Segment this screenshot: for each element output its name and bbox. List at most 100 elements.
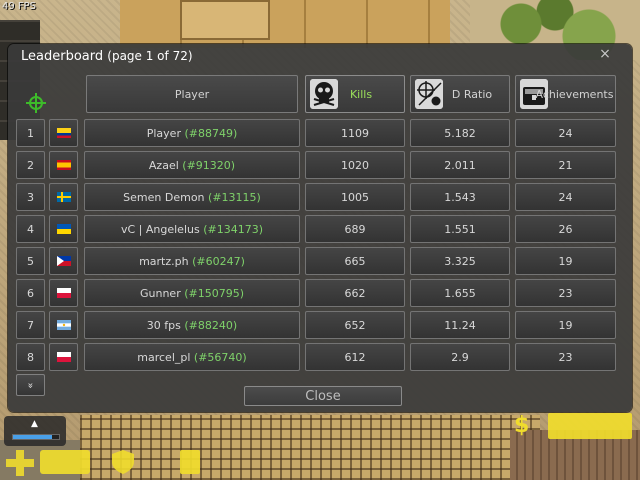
hud-panel: ▲: [4, 416, 66, 446]
player-name: Player: [146, 126, 181, 140]
achievements-cell: 23: [515, 343, 616, 371]
rank-cell: 7: [16, 311, 45, 339]
rank-cell: 8: [16, 343, 45, 371]
player-name: marcel_pl: [137, 350, 191, 364]
kills-cell: 662: [305, 279, 405, 307]
stamina-bar: [12, 434, 60, 440]
player-name-cell[interactable]: Azael (#91320): [84, 151, 300, 179]
column-header-kd-ratio[interactable]: D Ratio: [410, 75, 510, 113]
kills-cell: 1020: [305, 151, 405, 179]
skull-icon: [310, 79, 338, 109]
player-id: (#60247): [192, 254, 245, 268]
achievements-cell: 23: [515, 279, 616, 307]
player-id: (#134173): [203, 222, 263, 236]
player-name-cell[interactable]: 30 fps (#88240): [84, 311, 300, 339]
kills-cell: 1109: [305, 119, 405, 147]
caret-up-icon: ▲: [31, 419, 38, 429]
rank-cell: 1: [16, 119, 45, 147]
armor-shield-icon: [112, 450, 134, 474]
flag-cell: [49, 247, 78, 275]
kd-ratio-cell: 2.9: [410, 343, 510, 371]
ammo-clip-icon: [180, 450, 200, 474]
kd-ratio-cell: 3.325: [410, 247, 510, 275]
rank-cell: 4: [16, 215, 45, 243]
flag-cell: [49, 311, 78, 339]
leaderboard-dialog: Leaderboard (page 1 of 72) × Player Kill…: [8, 44, 632, 412]
player-name-cell[interactable]: martz.ph (#60247): [84, 247, 300, 275]
player-id: (#88240): [184, 318, 238, 332]
sweden-flag-icon: [56, 192, 71, 202]
fps-counter: 49 FPS: [2, 1, 37, 12]
kd-ratio-cell: 1.551: [410, 215, 510, 243]
flag-cell: [49, 279, 78, 307]
achievements-cell: 19: [515, 311, 616, 339]
dollar-icon: $: [514, 413, 530, 438]
dialog-title-text: Leaderboard: [21, 49, 104, 64]
player-name-cell[interactable]: Player (#88749): [84, 119, 300, 147]
poland-flag-icon: [56, 288, 71, 298]
ukraine-flag-icon: [56, 224, 71, 234]
player-id: (#56740): [193, 350, 247, 364]
crosshair-icon: [26, 93, 46, 113]
colombia-flag-icon: [56, 128, 71, 138]
player-name: Gunner: [139, 286, 181, 300]
kd-ratio-cell: 11.24: [410, 311, 510, 339]
flag-cell: [49, 119, 78, 147]
kd-ratio-cell: 1.543: [410, 183, 510, 211]
kills-cell: 1005: [305, 183, 405, 211]
kills-cell: 652: [305, 311, 405, 339]
weapon-slots-icon: [40, 450, 90, 474]
kd-ratio-header-label: D Ratio: [451, 87, 493, 101]
player-name: martz.ph: [139, 254, 189, 268]
kd-ratio-cell: 5.182: [410, 119, 510, 147]
dialog-title: Leaderboard (page 1 of 72): [21, 49, 193, 64]
close-icon[interactable]: ×: [598, 47, 612, 61]
achievements-cell: 19: [515, 247, 616, 275]
close-button[interactable]: Close: [244, 386, 402, 406]
achievements-cell: 21: [515, 151, 616, 179]
player-id: (#13115): [208, 190, 261, 204]
double-chevron-down-icon: »: [25, 381, 36, 389]
flag-cell: [49, 183, 78, 211]
flag-cell: [49, 151, 78, 179]
floor-grate: [80, 415, 540, 480]
rank-cell: 6: [16, 279, 45, 307]
kills-cell: 612: [305, 343, 405, 371]
player-name-cell[interactable]: Semen Demon (#13115): [84, 183, 300, 211]
achievements-cell: 24: [515, 183, 616, 211]
column-header-kills[interactable]: Kills: [305, 75, 405, 113]
column-header-achievements[interactable]: Achievements: [515, 75, 616, 113]
kills-cell: 665: [305, 247, 405, 275]
player-name: vC | Angelelus: [120, 222, 200, 236]
achievements-header-label: Achievements: [535, 87, 614, 101]
achievements-cell: 24: [515, 119, 616, 147]
player-name-cell[interactable]: vC | Angelelus (#134173): [84, 215, 300, 243]
money-display: [548, 413, 632, 439]
player-name: 30 fps: [146, 318, 181, 332]
kd-ratio-cell: 2.011: [410, 151, 510, 179]
player-id: (#150795): [184, 286, 245, 300]
achievements-cell: 26: [515, 215, 616, 243]
player-name: Semen Demon: [123, 190, 205, 204]
rank-cell: 5: [16, 247, 45, 275]
player-header-label: Player: [174, 87, 210, 101]
flag-cell: [49, 215, 78, 243]
building-window: [180, 0, 270, 40]
kd-ratio-cell: 1.655: [410, 279, 510, 307]
next-page-button[interactable]: »: [16, 374, 45, 396]
poland-flag-icon: [56, 352, 71, 362]
rank-cell: 2: [16, 151, 45, 179]
player-name-cell[interactable]: marcel_pl (#56740): [84, 343, 300, 371]
player-id: (#88749): [184, 126, 238, 140]
building-wall: [120, 0, 450, 48]
player-name: Azael: [148, 158, 179, 172]
kills-header-label: Kills: [349, 87, 373, 101]
page-indicator: (page 1 of 72): [107, 49, 193, 63]
kills-cell: 689: [305, 215, 405, 243]
skull-crosshair-icon: [415, 79, 443, 109]
rank-cell: 3: [16, 183, 45, 211]
column-header-player[interactable]: Player: [86, 75, 298, 113]
flag-cell: [49, 343, 78, 371]
player-name-cell[interactable]: Gunner (#150795): [84, 279, 300, 307]
argentina-flag-icon: [56, 320, 71, 330]
